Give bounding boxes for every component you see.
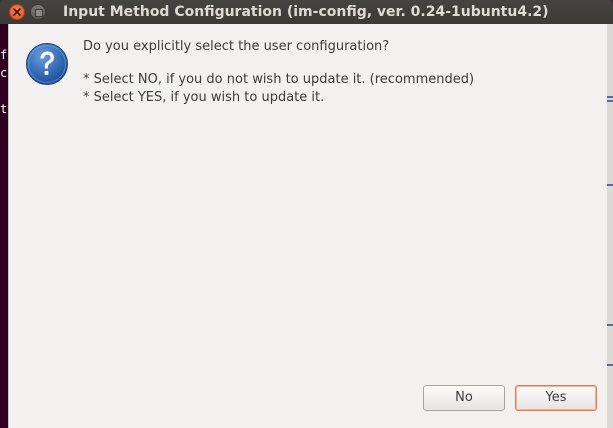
yes-button[interactable]: Yes: [515, 385, 597, 411]
secondary-message-line: * Select NO, if you do not wish to updat…: [83, 72, 475, 87]
close-window-button[interactable]: [9, 4, 25, 20]
dialog-body: Do you explicitly select the user config…: [8, 24, 608, 428]
background-mark: [607, 96, 613, 98]
secondary-message-line: * Select YES, if you wish to update it.: [83, 90, 325, 105]
background-mark: [607, 324, 613, 326]
question-icon: [26, 43, 68, 85]
primary-message: Do you explicitly select the user config…: [83, 39, 390, 54]
no-button[interactable]: No: [423, 385, 505, 411]
dialog-window: Input Method Configuration (im-config, v…: [0, 0, 613, 428]
minimize-icon: [35, 9, 43, 17]
background-mark: [607, 100, 613, 102]
minimize-window-button[interactable]: [30, 4, 46, 20]
background-mark: [607, 184, 613, 186]
background-window-edge: [607, 24, 613, 428]
background-mark: [607, 364, 613, 366]
window-title: Input Method Configuration (im-config, v…: [63, 4, 549, 20]
close-icon: [13, 8, 21, 16]
title-bar[interactable]: Input Method Configuration (im-config, v…: [0, 0, 613, 24]
